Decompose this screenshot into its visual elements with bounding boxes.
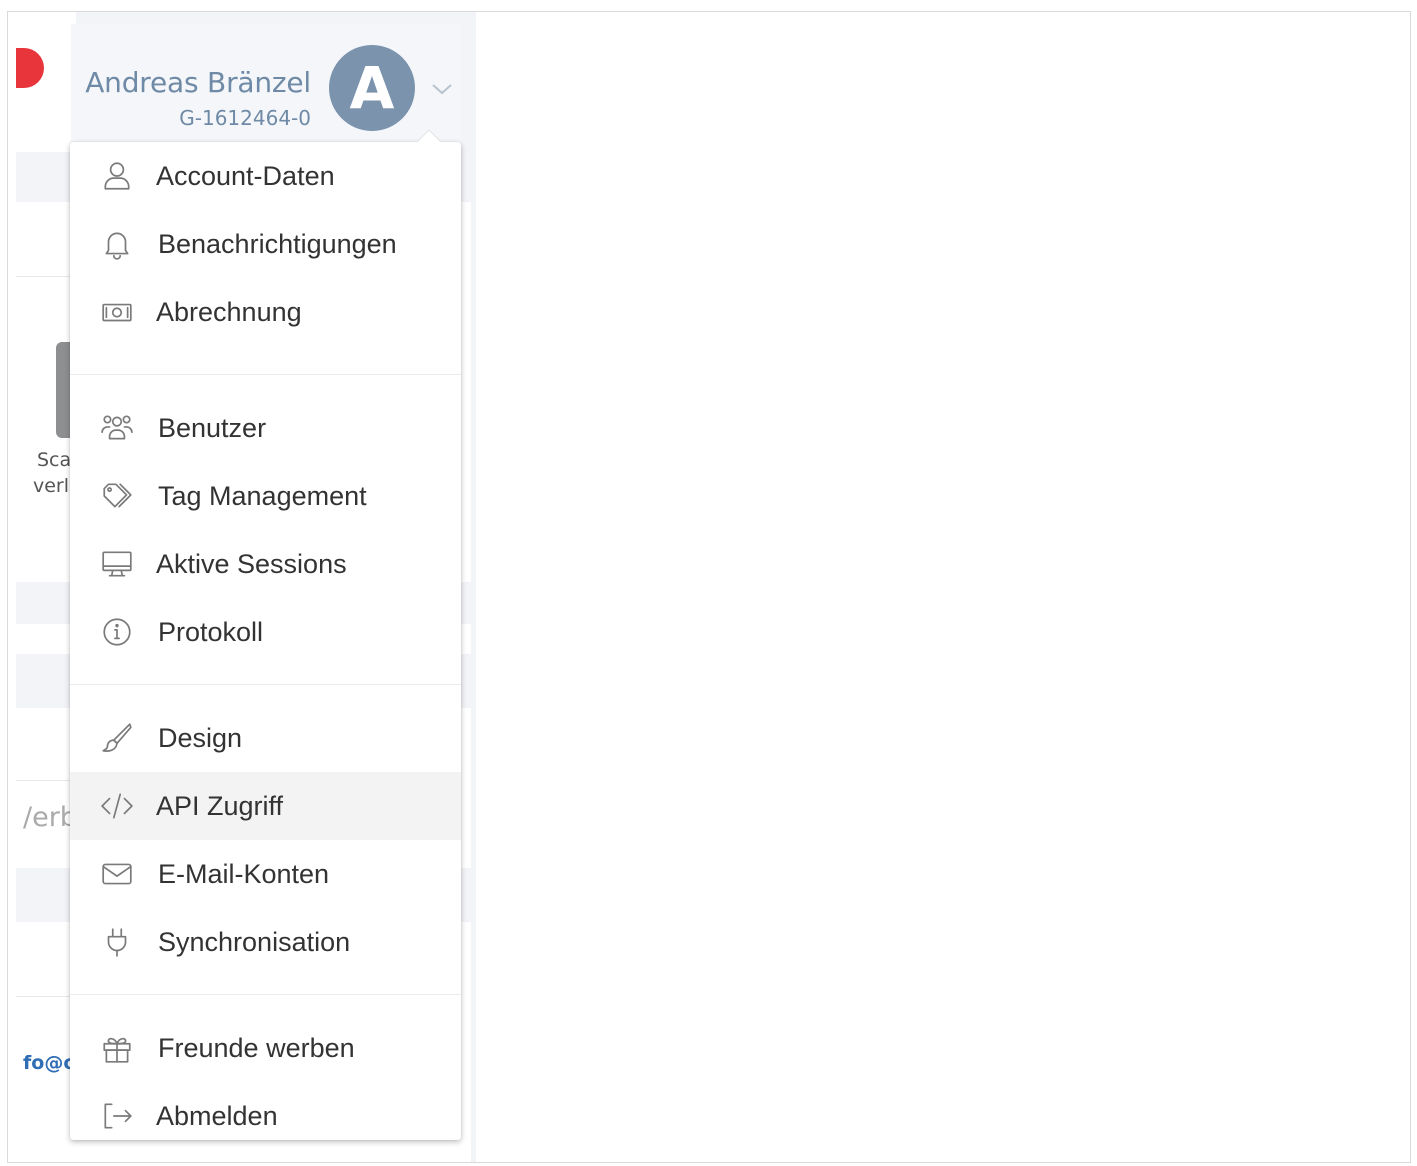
menu-item-label: Benutzer <box>158 412 267 443</box>
menu-item-label: Abrechnung <box>156 296 302 327</box>
menu-divider <box>70 994 461 995</box>
menu-item-benachrichtigungen[interactable]: Benachrichtigungen <box>70 210 461 278</box>
menu-item-label: Synchronisation <box>158 926 351 957</box>
menu-item-account-daten[interactable]: Account-Daten <box>70 142 461 210</box>
menu-item-api-zugriff[interactable]: API Zugriff <box>70 772 461 840</box>
menu-item-label: Abmelden <box>156 1100 278 1131</box>
gift-icon <box>98 1029 136 1067</box>
menu-item-e-mail-konten[interactable]: E-Mail-Konten <box>70 840 461 908</box>
chevron-down-icon[interactable] <box>431 82 453 96</box>
background-label: /erb <box>23 802 70 833</box>
menu-item-label: Aktive Sessions <box>156 548 347 579</box>
user-id: G-1612464-0 <box>179 106 311 130</box>
banknote-icon <box>98 293 136 331</box>
menu-item-label: Benachrichtigungen <box>158 228 397 259</box>
user-name: Andreas Bränzel <box>85 66 311 99</box>
tag-icon <box>98 477 136 515</box>
menu-item-freunde-werben[interactable]: Freunde werben <box>70 1014 461 1082</box>
brush-icon <box>98 719 136 757</box>
menu-item-tag-management[interactable]: Tag Management <box>70 462 461 530</box>
menu-item-abmelden[interactable]: Abmelden <box>70 1082 461 1150</box>
user-menu-trigger[interactable]: Andreas Bränzel G-1612464-0 A <box>71 24 461 146</box>
user-icon <box>98 157 136 195</box>
menu-item-label: E-Mail-Konten <box>158 858 330 889</box>
divider <box>16 780 76 781</box>
envelope-icon <box>98 855 136 893</box>
divider <box>16 276 76 277</box>
bell-icon <box>98 225 136 263</box>
background-label: Sca <box>37 449 70 471</box>
menu-item-label: Account-Daten <box>156 160 335 191</box>
menu-divider <box>70 684 461 685</box>
background-link[interactable]: fo@c <box>23 1052 70 1074</box>
menu-item-label: Freunde werben <box>158 1032 355 1063</box>
avatar: A <box>329 45 415 131</box>
menu-item-label: Design <box>158 722 243 753</box>
menu-item-benutzer[interactable]: Benutzer <box>70 394 461 462</box>
background-label: verl <box>33 475 70 497</box>
divider <box>16 996 76 997</box>
code-icon <box>98 787 136 825</box>
menu-item-protokoll[interactable]: Protokoll <box>70 598 461 666</box>
menu-item-aktive-sessions[interactable]: Aktive Sessions <box>70 530 461 598</box>
menu-item-abrechnung[interactable]: Abrechnung <box>70 278 461 346</box>
menu-item-design[interactable]: Design <box>70 704 461 772</box>
menu-item-synchronisation[interactable]: Synchronisation <box>70 908 461 976</box>
monitor-icon <box>98 545 136 583</box>
menu-divider <box>70 374 461 375</box>
logout-icon <box>98 1097 136 1135</box>
menu-item-label: Protokoll <box>158 616 264 647</box>
menu-item-label: Tag Management <box>158 480 367 511</box>
plug-icon <box>98 923 136 961</box>
app-window: Sca verl /erb fo@c Andreas Bränzel G-161… <box>7 11 1411 1163</box>
menu-item-label: API Zugriff <box>156 790 284 821</box>
info-icon <box>98 613 136 651</box>
users-icon <box>98 409 136 447</box>
user-dropdown-menu: Account-Daten Benachrichtigungen Abrechn… <box>70 130 461 1140</box>
